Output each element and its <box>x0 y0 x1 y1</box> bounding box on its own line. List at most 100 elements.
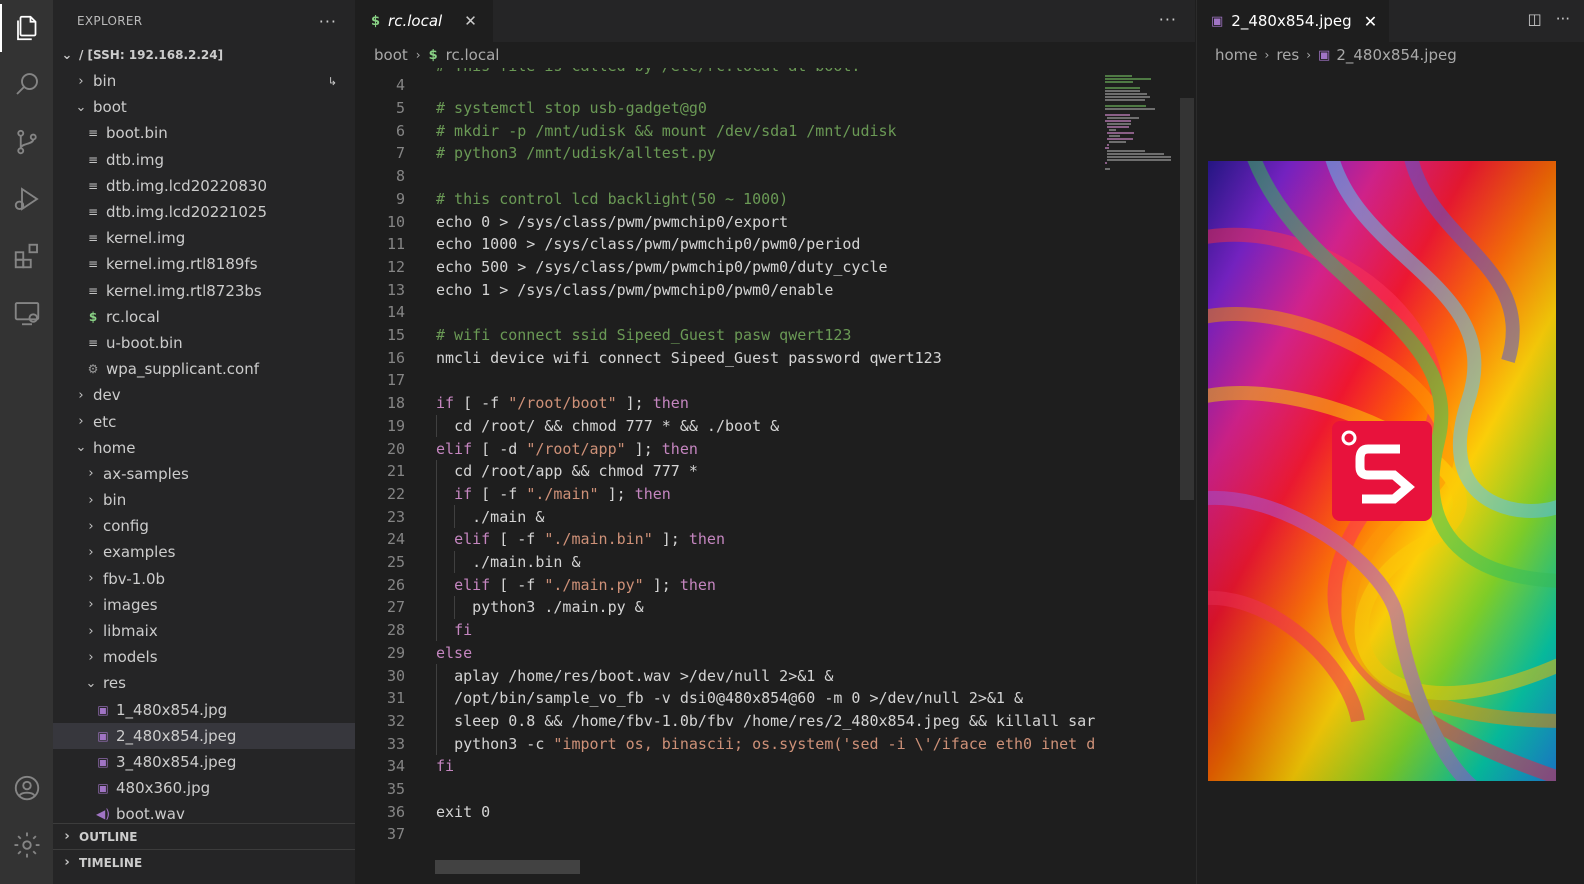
line-number: 5 <box>395 99 405 118</box>
tree-file[interactable]: ▣ 3_480x854.jpeg <box>53 749 355 775</box>
tree-folder[interactable]: › models <box>53 644 355 670</box>
tree-item-label: boot.wav <box>116 805 185 824</box>
chevron-right-icon: › <box>88 597 94 613</box>
tree-file[interactable]: ≡ kernel.img.rtl8723bs <box>53 278 355 304</box>
tree-folder[interactable]: › examples <box>53 539 355 565</box>
tree-item-label: boot.bin <box>106 124 168 143</box>
line-number: 14 <box>386 303 405 322</box>
code-text: nmcli device wifi connect Sipeed_Guest p… <box>436 348 942 367</box>
text-file-icon: ≡ <box>87 178 99 193</box>
indent-guide <box>454 596 455 619</box>
vertical-scrollbar[interactable] <box>1180 98 1194 500</box>
account-icon[interactable] <box>0 764 53 812</box>
chevron-right-icon: › <box>88 492 94 508</box>
minimap-line <box>1105 168 1111 170</box>
tree-folder[interactable]: › libmaix <box>53 618 355 644</box>
minimap[interactable] <box>1097 68 1181 884</box>
code-line: 20 elif [ -d "/root/app" ]; then <box>355 437 698 460</box>
tree-file[interactable]: ≡ u-boot.bin <box>53 330 355 356</box>
files-icon[interactable] <box>0 4 53 52</box>
minimap-line <box>1105 108 1156 110</box>
indent-guide <box>436 573 437 597</box>
code-text: ]; <box>625 439 662 458</box>
source-control-icon[interactable] <box>0 118 53 166</box>
tree-file[interactable]: ▣ 480x360.jpg <box>53 775 355 801</box>
code-string: "./main" <box>526 484 599 503</box>
code-text: echo 1000 > /sys/class/pwm/pwmchip0/pwm0… <box>436 235 861 254</box>
code-text: exit 0 <box>436 802 491 821</box>
tree-file[interactable]: ≡ dtb.img.lcd20221025 <box>53 199 355 225</box>
line-number: 25 <box>386 553 405 572</box>
tree-file[interactable]: ≡ kernel.img.rtl8189fs <box>53 251 355 277</box>
image-file-icon: ▣ <box>97 781 109 796</box>
search-icon[interactable] <box>0 60 53 108</box>
tree-file[interactable]: ≡ kernel.img <box>53 225 355 251</box>
code-editor[interactable]: # This file is called by /etc/rc.local a… <box>355 68 1095 884</box>
outline-label: OUTLINE <box>79 829 138 844</box>
shell-file-icon: $ <box>88 309 98 324</box>
tree-folder[interactable]: › config <box>53 513 355 539</box>
breadcrumb-item[interactable]: rc.local <box>446 46 500 64</box>
remote-explorer-icon[interactable] <box>0 289 53 337</box>
line-number: 31 <box>386 689 405 708</box>
line-number: 6 <box>395 121 405 140</box>
code-text: ]; <box>598 484 635 503</box>
tree-folder[interactable]: ⌄ res <box>53 670 355 696</box>
split-editor-icon[interactable]: ◫ <box>1528 10 1542 28</box>
minimap-line <box>1107 156 1171 158</box>
tree-file[interactable]: $ rc.local <box>53 304 355 330</box>
tree-file[interactable]: ▣ 2_480x854.jpeg <box>53 722 355 749</box>
editor-more-icon[interactable]: ··· <box>1556 10 1570 28</box>
tree-folder[interactable]: › bin ↳ <box>53 68 355 94</box>
breadcrumb-item[interactable]: res <box>1276 46 1299 64</box>
code-text: [ -f <box>454 394 509 413</box>
tab-image[interactable]: ▣ 2_480x854.jpeg ✕ <box>1197 0 1390 42</box>
tree-file[interactable]: ≡ boot.bin <box>53 120 355 146</box>
line-number: 17 <box>386 371 405 390</box>
close-icon[interactable]: ✕ <box>1364 12 1377 31</box>
extensions-icon[interactable] <box>0 232 53 280</box>
tab-rc-local[interactable]: $ rc.local ✕ <box>355 0 493 42</box>
tree-file[interactable]: ▣ 1_480x854.jpg <box>53 697 355 723</box>
line-number: 29 <box>386 643 405 662</box>
code-line: 18 if [ -f "/root/boot" ]; then <box>355 392 689 415</box>
run-debug-icon[interactable] <box>0 175 53 223</box>
indent-guide <box>436 709 437 733</box>
editor-more-icon[interactable]: ··· <box>1159 10 1177 29</box>
settings-gear-icon[interactable] <box>0 821 53 869</box>
code-text: ]; <box>616 394 653 413</box>
explorer-more-icon[interactable]: ··· <box>319 12 337 31</box>
workspace-root[interactable]: ⌄ / [SSH: 192.168.2.24] <box>53 42 355 68</box>
tree-file[interactable]: ≡ dtb.img <box>53 147 355 173</box>
tree-item-label: kernel.img.rtl8189fs <box>106 255 258 274</box>
tree-file[interactable]: ⚙ wpa_supplicant.conf <box>53 356 355 382</box>
tree-folder[interactable]: › etc <box>53 408 355 434</box>
tree-folder[interactable]: › images <box>53 592 355 618</box>
tree-item-label: dtb.img <box>106 150 164 169</box>
close-icon[interactable]: ✕ <box>464 12 477 30</box>
tree-folder[interactable]: › fbv-1.0b <box>53 566 355 592</box>
code-comment: # wifi connect ssid Sipeed_Guest pasw qw… <box>436 326 852 345</box>
breadcrumb-item[interactable]: 2_480x854.jpeg <box>1336 46 1456 64</box>
code-keyword: elif <box>454 530 491 549</box>
timeline-panel[interactable]: › TIMELINE <box>53 849 355 875</box>
tree-folder[interactable]: › bin <box>53 487 355 513</box>
breadcrumb-item[interactable]: home <box>1215 46 1258 64</box>
tree-folder[interactable]: › ax-samples <box>53 461 355 487</box>
tree-folder[interactable]: ⌄ home <box>53 435 355 461</box>
code-text: aplay /home/res/boot.wav >/dev/null 2>&1… <box>454 666 834 685</box>
breadcrumb-item[interactable]: boot <box>374 46 408 64</box>
text-file-icon: ≡ <box>87 335 99 350</box>
code-line: 14 <box>355 301 436 324</box>
chevron-right-icon: › <box>415 48 421 62</box>
code-text: ]; <box>643 575 680 594</box>
tree-item-label: boot <box>93 98 127 117</box>
tree-file[interactable]: ≡ dtb.img.lcd20220830 <box>53 173 355 199</box>
tree-item-label: images <box>103 595 158 614</box>
tree-folder[interactable]: › dev <box>53 382 355 408</box>
horizontal-scrollbar[interactable] <box>435 860 580 874</box>
code-string: "./main.bin" <box>544 530 653 549</box>
tree-folder[interactable]: ⌄ boot <box>53 94 355 120</box>
code-line: 32 sleep 0.8 && /home/fbv-1.0b/fbv /home… <box>355 709 1095 733</box>
outline-panel[interactable]: › OUTLINE <box>53 823 355 849</box>
